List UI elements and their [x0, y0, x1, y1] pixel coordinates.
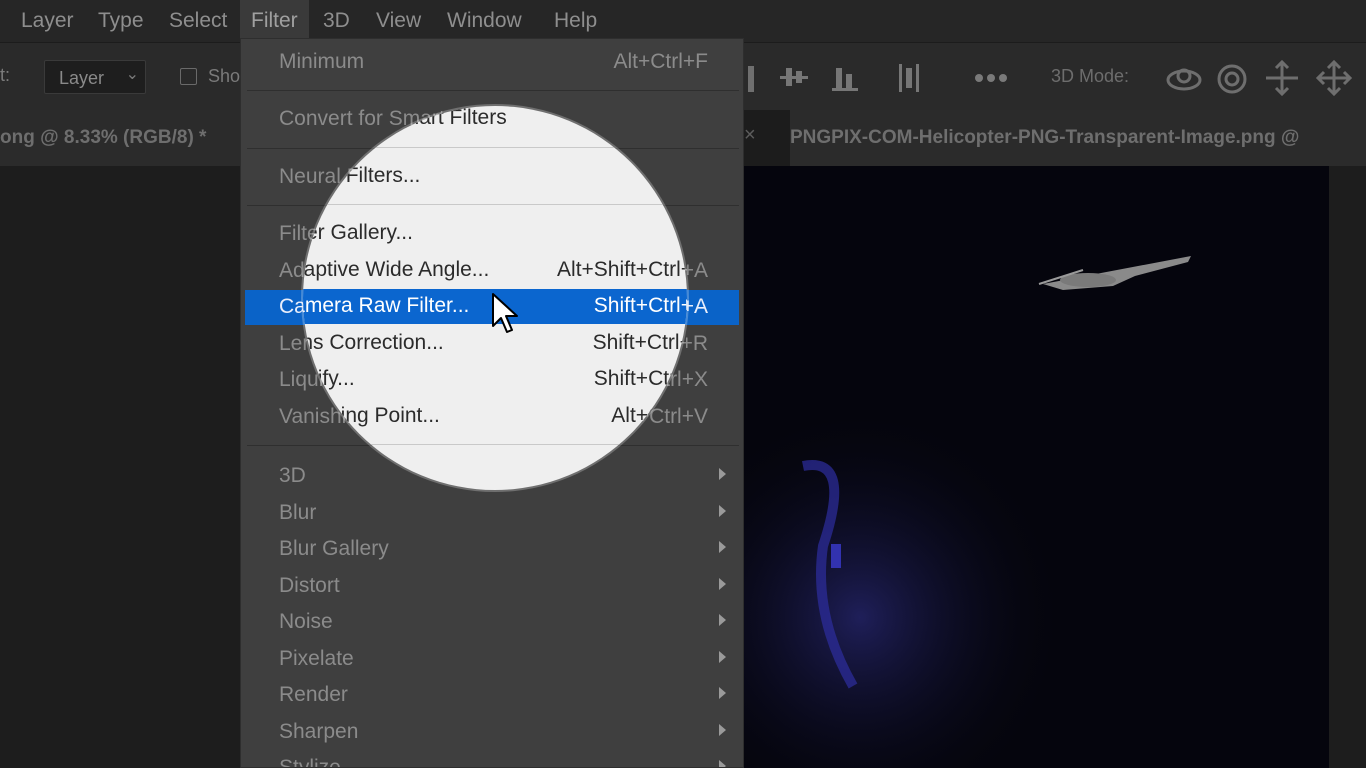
menu-item-distort[interactable]: Distort: [241, 569, 743, 603]
orbit-3d-icon[interactable]: [1164, 62, 1204, 96]
distribute-icon[interactable]: [778, 62, 810, 94]
auto-select-label: t:: [0, 65, 11, 85]
pointer-cursor-icon: [492, 293, 518, 333]
menu-3d[interactable]: 3D: [312, 0, 361, 42]
tab-document-2[interactable]: PNGPIX-COM-Helicopter-PNG-Transparent-Im…: [790, 110, 1366, 166]
menu-item-stylize[interactable]: Stylize: [241, 751, 743, 767]
menu-separator: [303, 147, 687, 148]
menu-help[interactable]: Help: [543, 0, 608, 42]
submenu-arrow-icon: [719, 505, 726, 517]
menu-bar: Layer Type Select Filter 3D View Window …: [0, 0, 1366, 42]
menu-filter[interactable]: Filter: [240, 0, 309, 42]
menu-view[interactable]: View: [365, 0, 432, 42]
menu-separator: [303, 204, 687, 205]
align-bottom-icon[interactable]: [830, 62, 860, 94]
spot-item-convert-smart-filters: Convert for Smart Filters: [303, 106, 507, 129]
spot-item-adaptive-wide-angle: Adaptive Wide Angle...Alt+Shift+Ctrl+A: [303, 258, 687, 281]
spot-item-liquify: Liquify...Shift+Ctrl+X: [303, 367, 687, 390]
menu-item-sharpen[interactable]: Sharpen: [241, 715, 743, 749]
submenu-arrow-icon: [719, 541, 726, 553]
menu-item-render[interactable]: Render: [241, 678, 743, 712]
dropdown-value: Layer: [59, 68, 105, 88]
submenu-arrow-icon: [719, 724, 726, 736]
distribute-horizontal-icon[interactable]: [896, 62, 922, 94]
submenu-arrow-icon: [719, 760, 726, 767]
mode-3d-label: 3D Mode:: [1051, 66, 1130, 86]
align-icon[interactable]: [744, 64, 760, 94]
right-gutter: [1329, 166, 1366, 768]
helicopter-image: [743, 166, 1329, 768]
spot-item-vanishing-point: Vanishing Point...Alt+Ctrl+V: [303, 404, 687, 427]
document-canvas[interactable]: [743, 166, 1329, 768]
submenu-arrow-icon: [719, 651, 726, 663]
roll-3d-icon[interactable]: [1212, 60, 1252, 98]
menu-item-noise[interactable]: Noise: [241, 605, 743, 639]
menu-item-blur-gallery[interactable]: Blur Gallery: [241, 532, 743, 566]
tab-document-1[interactable]: ong @ 8.33% (RGB/8) *: [0, 110, 240, 166]
menu-layer[interactable]: Layer: [10, 0, 85, 42]
shortcut: Alt+Ctrl+F: [613, 50, 708, 73]
slide-3d-icon[interactable]: [1314, 58, 1354, 98]
menu-select[interactable]: Select: [158, 0, 238, 42]
close-icon[interactable]: ×: [744, 124, 756, 147]
submenu-arrow-icon: [719, 468, 726, 480]
submenu-arrow-icon: [719, 614, 726, 626]
pan-3d-icon[interactable]: [1262, 58, 1302, 98]
menu-separator: [303, 444, 687, 445]
menu-separator: [247, 90, 739, 91]
submenu-arrow-icon: [719, 687, 726, 699]
menu-item-blur[interactable]: Blur: [241, 496, 743, 530]
spot-item-filter-gallery: Filter Gallery...: [303, 221, 413, 244]
menu-item-pixelate[interactable]: Pixelate: [241, 642, 743, 676]
menu-item-minimum[interactable]: Minimum Alt+Ctrl+F: [241, 45, 743, 79]
spot-item-neural-filters: Neural Filters...: [303, 164, 421, 187]
more-icon[interactable]: [974, 68, 1008, 88]
menu-window[interactable]: Window: [436, 0, 533, 42]
show-transform-checkbox[interactable]: [180, 68, 197, 85]
submenu-arrow-icon: [719, 578, 726, 590]
chevron-down-icon: ⌄: [125, 66, 139, 83]
menu-type[interactable]: Type: [87, 0, 155, 42]
show-transform-label: Sho: [208, 66, 241, 86]
auto-select-dropdown[interactable]: Layer ⌄: [44, 60, 146, 94]
